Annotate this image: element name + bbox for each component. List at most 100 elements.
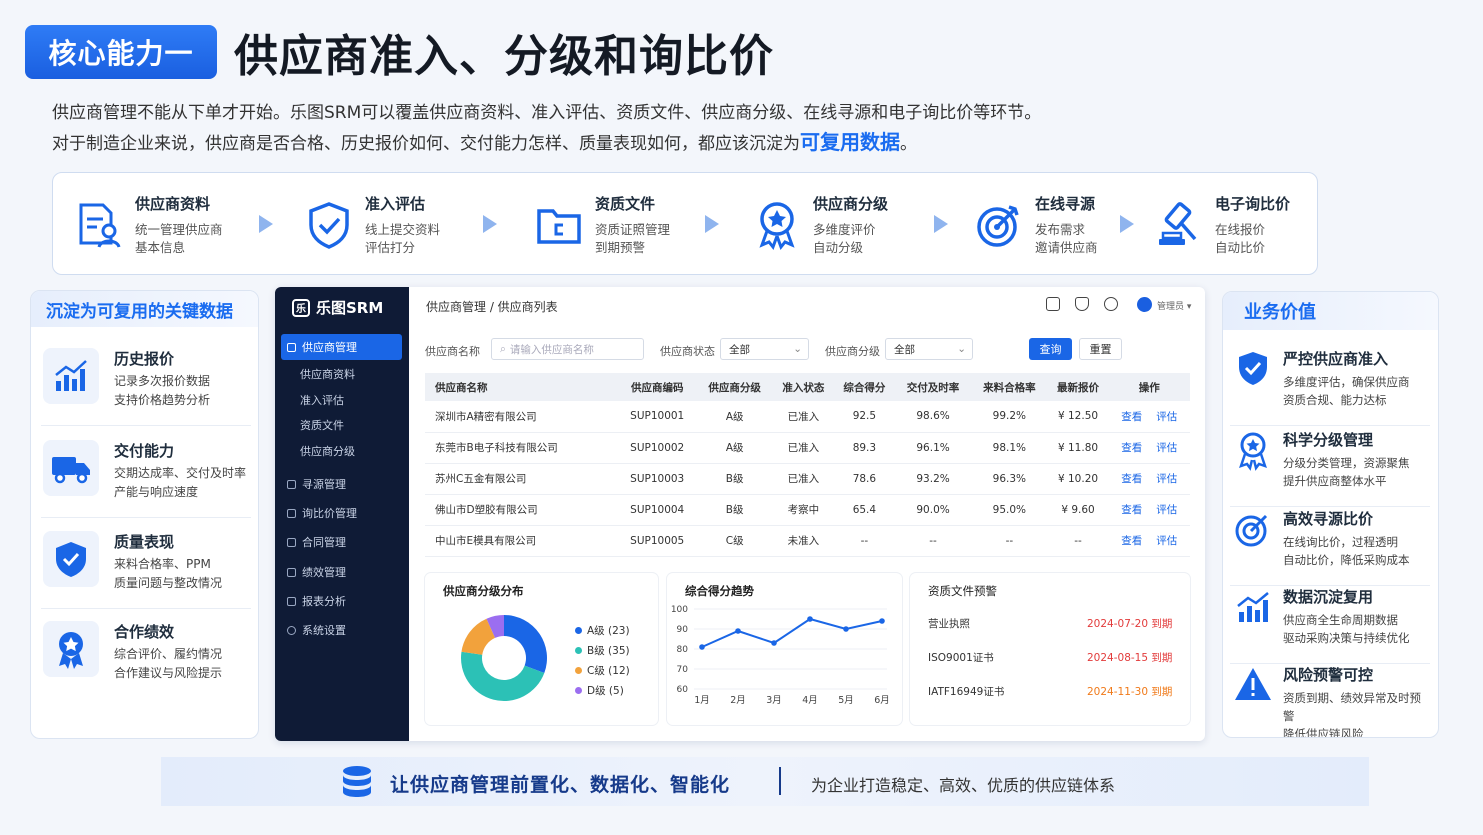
view-link[interactable]: 查看 — [1121, 535, 1142, 547]
key-data-desc: 综合评价、履约情况 合作建议与风险提示 — [114, 647, 223, 680]
table-cell: ¥ 9.60 — [1047, 494, 1109, 526]
sidebar-item-supplier-profile[interactable]: 供应商资料 — [281, 361, 402, 387]
key-data-title: 历史报价 — [114, 350, 175, 368]
reset-button[interactable]: 重置 — [1079, 338, 1122, 360]
table-cell: SUP10001 — [617, 401, 697, 433]
table-row[interactable]: 东莞市B电子科技有限公司 SUP10002 A级 已准入 89.3 96.1% 98.1% ¥… — [425, 432, 1190, 464]
view-link[interactable]: 查看 — [1121, 473, 1142, 485]
evaluate-link[interactable]: 评估 — [1156, 504, 1177, 516]
evaluate-link[interactable]: 评估 — [1156, 473, 1177, 485]
y-tick-label: 60 — [677, 685, 689, 695]
value-desc: 在线询比价，过程透明 自动比价，降低采购成本 — [1283, 535, 1410, 567]
bell-icon[interactable] — [1075, 297, 1089, 311]
value-title: 高效寻源比价 — [1283, 510, 1374, 528]
sidebar-item-performance[interactable]: 绩效管理 — [281, 559, 402, 585]
column-header[interactable]: 来料合格率 — [971, 373, 1048, 401]
column-header[interactable]: 供应商分级 — [696, 373, 773, 401]
view-link[interactable]: 查看 — [1121, 411, 1142, 423]
sidebar-item-qualification[interactable]: 资质文件 — [281, 412, 402, 438]
row-actions: 查看 评估 — [1108, 525, 1190, 557]
table-cell: -- — [833, 525, 895, 557]
message-icon[interactable] — [1046, 297, 1060, 311]
table-row[interactable]: 佛山市D塑胶有限公司 SUP10004 B级 考察中 65.4 90.0% 95.0% ¥ 9… — [425, 494, 1190, 526]
table-cell: 96.3% — [971, 463, 1048, 495]
legend-item: A级 (23) — [575, 623, 630, 638]
settings-icon[interactable] — [1104, 297, 1118, 311]
column-header[interactable]: 供应商名称 — [425, 373, 618, 401]
grade-select[interactable]: 全部 ⌄ — [885, 338, 973, 360]
legend-item: C级 (12) — [575, 663, 630, 678]
flow-step-desc: 线上提交资料 评估打分 — [365, 221, 441, 255]
supplier-name-input[interactable]: ⌕ 请输入供应商名称 — [491, 338, 644, 360]
legend-swatch — [575, 647, 582, 654]
status-select[interactable]: 全部 ⌄ — [720, 338, 809, 360]
status-value: 全部 — [729, 343, 750, 356]
doc-name: 营业执照 — [928, 618, 970, 630]
column-header: 操作 — [1108, 373, 1190, 401]
query-button[interactable]: 查询 — [1029, 338, 1072, 360]
sidebar-item-sourcing[interactable]: 寻源管理 — [281, 471, 402, 497]
value-title: 风险预警可控 — [1283, 666, 1374, 684]
column-header[interactable]: 交付及时率 — [894, 373, 972, 401]
score-line-chart: 100 90 80 70 60 1月 2月 3月 4月 5月 6月 — [671, 605, 890, 706]
sidebar-item-contract[interactable]: 合同管理 — [281, 529, 402, 555]
value-desc: 资质到期、绩效异常及时预警 降低供应链风险 — [1283, 691, 1421, 738]
table-cell: SUP10004 — [617, 494, 697, 526]
app-logo[interactable]: 乐乐图SRM — [292, 297, 383, 318]
sidebar-item-supplier-management[interactable]: 供应商管理 — [281, 334, 402, 360]
intro-highlight: 可复用数据 — [800, 130, 900, 154]
sidebar-item-admission[interactable]: 准入评估 — [281, 387, 402, 413]
table-cell: 92.5 — [833, 401, 895, 433]
view-link[interactable]: 查看 — [1121, 442, 1142, 454]
table-cell: SUP10003 — [617, 463, 697, 495]
table-cell: -- — [894, 525, 972, 557]
flow-step-title: 供应商资料 — [135, 194, 211, 213]
column-header[interactable]: 综合得分 — [833, 373, 895, 401]
series-line — [701, 617, 883, 648]
table-cell: 已准入 — [772, 432, 834, 464]
sidebar-item-grading[interactable]: 供应商分级 — [281, 438, 402, 464]
flow-step-title: 在线寻源 — [1035, 194, 1096, 213]
flow-step-grading: 供应商分级 多维度评价 自动分级 — [751, 173, 888, 276]
table-row[interactable]: 中山市E模具有限公司 SUP10005 C级 未准入 -- -- -- -- 查看 评估 — [425, 525, 1190, 557]
view-link[interactable]: 查看 — [1121, 504, 1142, 516]
x-tick-label: 5月 — [838, 695, 854, 706]
sidebar-item-label: 绩效管理 — [302, 566, 346, 579]
table-row[interactable]: 苏州C五金有限公司 SUP10003 B级 已准入 78.6 93.2% 96.3% ¥ 10… — [425, 463, 1190, 495]
user-menu[interactable]: 管理员 ▾ — [1157, 299, 1191, 312]
app-logo-text: 乐图SRM — [316, 299, 384, 317]
key-data-item: 历史报价 记录多次报价数据 支持价格趋势分析 — [41, 346, 251, 426]
value-desc: 供应商全生命周期数据 驱动采购决策与持续优化 — [1283, 613, 1410, 645]
business-value-panel: 业务价值 严控供应商准入 多维度评估，确保供应商 资质合规、能力达标 科学分级管… — [1222, 291, 1439, 738]
supplier-profile-icon — [79, 203, 121, 248]
sidebar-item-settings[interactable]: 系统设置 — [281, 617, 402, 643]
column-header[interactable]: 最新报价 — [1047, 373, 1109, 401]
filter-grade-label: 供应商分级 — [825, 345, 880, 358]
page-title: 供应商准入、分级和询比价 — [234, 31, 774, 82]
legend-item: D级 (5) — [575, 683, 624, 698]
evaluate-link[interactable]: 评估 — [1156, 411, 1177, 423]
legend-label: D级 (5) — [587, 685, 624, 697]
report-icon — [287, 596, 296, 606]
table-row[interactable]: 深圳市A精密有限公司 SUP10001 A级 已准入 92.5 98.6% 99.2% ¥ 1… — [425, 401, 1190, 433]
sidebar-item-rfq[interactable]: 询比价管理 — [281, 500, 402, 526]
gear-icon — [287, 625, 296, 635]
supplier-table: 供应商名称 供应商编码 供应商分级 准入状态 综合得分 交付及时率 来料合格率 … — [425, 373, 1190, 557]
sidebar-item-reports[interactable]: 报表分析 — [281, 588, 402, 614]
doc-expiry: 2024-08-15 到期 — [1087, 652, 1173, 664]
value-item: 严控供应商准入 多维度评估，确保供应商 资质合规、能力达标 — [1230, 348, 1430, 426]
intro-line-2: 对于制造企业来说，供应商是否合格、历史报价如何、交付能力怎样、质量表现如何，都应… — [52, 128, 1041, 159]
evaluate-link[interactable]: 评估 — [1156, 442, 1177, 454]
key-data-title: 交付能力 — [114, 442, 175, 460]
footer-banner: 让供应商管理前置化、数据化、智能化 为企业打造稳定、高效、优质的供应链体系 — [161, 757, 1369, 806]
key-data-panel: 沉淀为可复用的关键数据 历史报价 记录多次报价数据 支持价格趋势分析 交付能力 … — [30, 290, 259, 739]
table-cell: 95.0% — [971, 494, 1048, 526]
column-header[interactable]: 供应商编码 — [617, 373, 697, 401]
logo-icon: 乐 — [292, 298, 310, 317]
score-trend-card: 综合得分趋势 100 90 80 70 60 1月 2月 3月 4月 5月 6月 — [667, 573, 902, 725]
card-title: 资质文件预警 — [928, 584, 997, 598]
column-header[interactable]: 准入状态 — [772, 373, 834, 401]
sidebar-item-label: 合同管理 — [302, 536, 346, 549]
evaluate-link[interactable]: 评估 — [1156, 535, 1177, 547]
avatar[interactable] — [1137, 297, 1152, 312]
